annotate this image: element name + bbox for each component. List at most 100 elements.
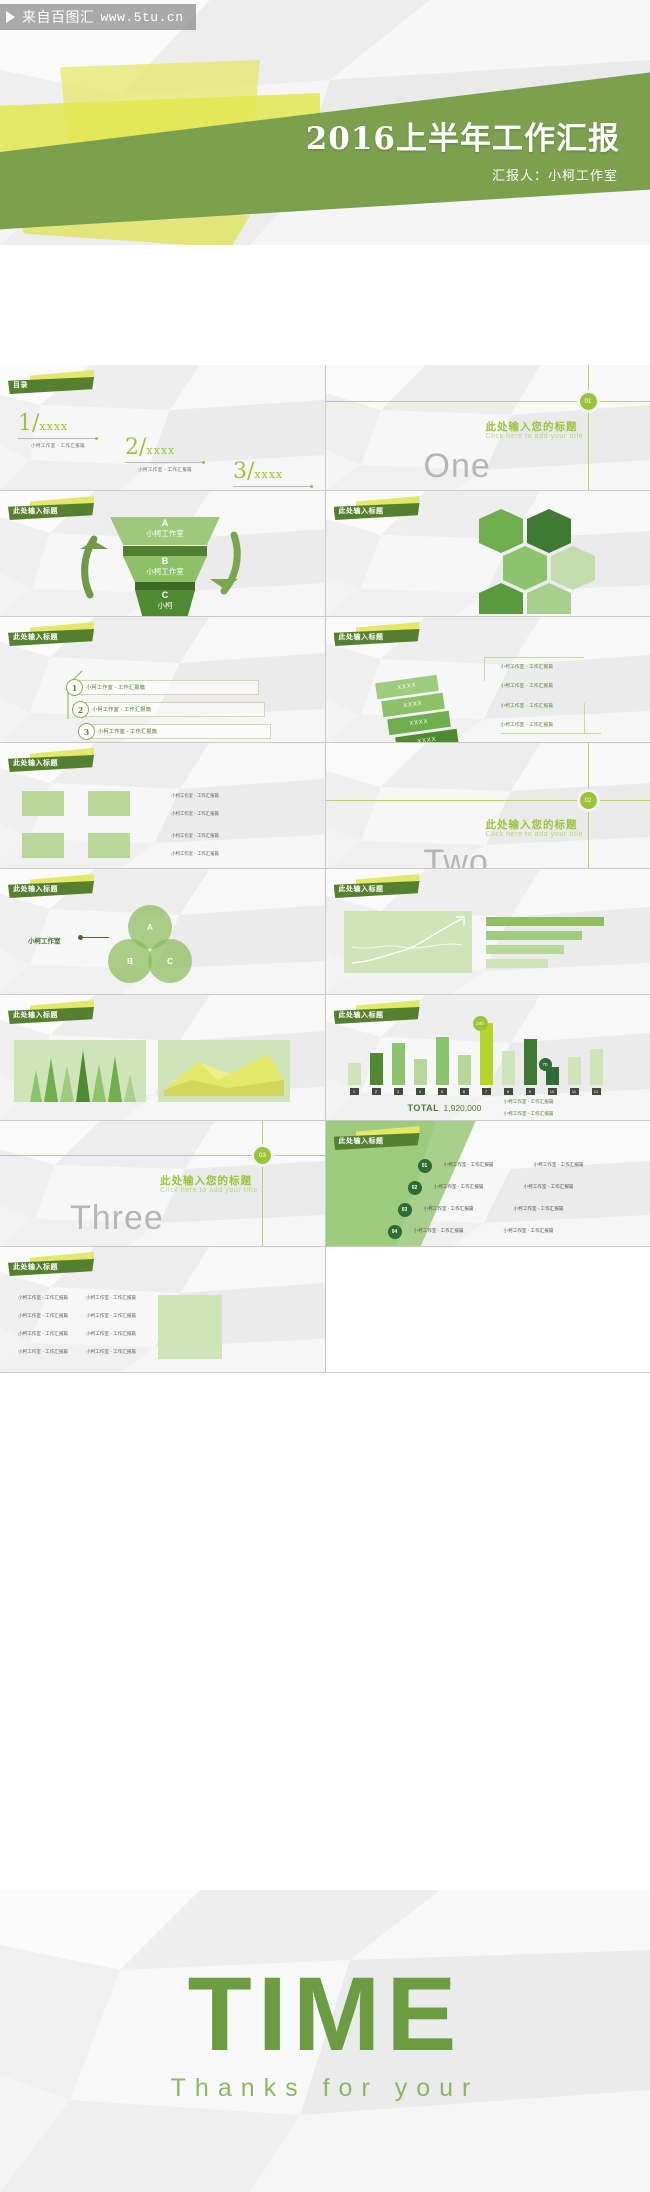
column-bar[interactable] — [435, 1037, 449, 1085]
column-bar[interactable] — [457, 1055, 471, 1085]
section-title-en: Click here to add your title — [485, 831, 584, 838]
column-bar[interactable] — [391, 1043, 405, 1085]
funnel-letter: B — [161, 556, 169, 566]
column-bar[interactable] — [347, 1063, 361, 1085]
content-box[interactable] — [22, 791, 64, 816]
slide-section-one[interactable]: 01 此处输入您的标题 Click here to add your title… — [325, 365, 650, 491]
slide-textbox[interactable]: 此处输入标题 小柯工作室 - 工作汇报篇 小柯工作室 - 工作汇报篇 小柯工作室… — [0, 1247, 326, 1373]
list-text-bar: 小柯工作室 - 工作汇报篇 — [91, 724, 271, 739]
toc-item[interactable]: 1/xxxx 小柯工作室 - 工作汇报篇 — [18, 413, 98, 449]
toc-label: xxxx — [146, 444, 176, 457]
axis-tick: 1 — [349, 1088, 359, 1095]
chart-note: 小柯工作室 - 工作汇报篇 — [503, 1099, 554, 1104]
funnel-text: 小柯工作室 — [146, 566, 184, 576]
slide-numbered-list[interactable]: 此处输入标题 1 小柯工作室 - 工作汇报篇 2 小柯工作室 - 工作汇报篇 3… — [0, 617, 326, 743]
slide-mountains[interactable]: 此处输入标题 — [0, 995, 326, 1121]
axis-tick: 4 — [415, 1088, 425, 1095]
timeline-badge[interactable]: 02 — [407, 1181, 422, 1195]
ribbon-title-list: 此处输入标题 — [8, 622, 94, 647]
timeline-badge[interactable]: 01 — [417, 1159, 432, 1173]
content-box[interactable] — [22, 833, 64, 858]
slide-funnel[interactable]: 此处输入标题 A 小柯工作室 B 小柯工作室 C 小柯 — [0, 491, 326, 617]
column-bar[interactable] — [567, 1057, 581, 1085]
slide-blank — [325, 1247, 650, 1373]
slide-final-thanks: TIME Thanks for your — [0, 1890, 650, 2192]
timeline-text: 小柯工作室 - 工作汇报篇 — [443, 1162, 494, 1167]
timeline-badge[interactable]: 04 — [387, 1225, 402, 1239]
venn-circle-label: C — [167, 956, 173, 966]
slide-section-three[interactable]: 03 此处输入您的标题 Click here to add your title… — [0, 1121, 326, 1247]
slide-hexagons[interactable]: 此处输入标题 — [325, 491, 650, 617]
textbox-line: 小柯工作室 - 工作汇报篇 — [18, 1349, 69, 1354]
ribbon-label: 此处输入标题 — [338, 1136, 384, 1145]
chart-note: 小柯工作室 - 工作汇报篇 — [503, 1111, 554, 1116]
hero-slide: 2016上半年工作汇报 汇报人：小柯工作室 — [0, 0, 650, 245]
section-horizontal-line — [0, 1155, 325, 1156]
toc-subtext: 小柯工作室 - 工作汇报篇 — [138, 467, 192, 472]
slide-column-chart[interactable]: 此处输入标题 240 70 1 2 3 4 5 6 7 8 9 10 11 12… — [325, 995, 650, 1121]
content-box[interactable] — [88, 791, 130, 816]
hero-presenter: 汇报人：小柯工作室 — [491, 168, 618, 183]
axis-tick: 9 — [525, 1088, 535, 1095]
toc-underline — [18, 437, 98, 440]
poster-page: 来自百图汇 www.5tu.cn 2016上半年工作汇报 汇报人：小柯工作室 目… — [0, 0, 650, 2192]
ribbon-label: 目录 — [13, 380, 28, 389]
textbox-line: 小柯工作室 - 工作汇报篇 — [18, 1295, 69, 1300]
ribbon-title-textbox: 此处输入标题 — [8, 1252, 94, 1277]
list-text: 小柯工作室 - 工作汇报篇 — [92, 707, 152, 713]
textbox-line: 小柯工作室 - 工作汇报篇 — [86, 1313, 137, 1318]
ribbon-tag-label: XXXX — [396, 682, 417, 692]
slide-toc[interactable]: 目录 1/xxxx 小柯工作室 - 工作汇报篇 2/xxxx 小柯工作室 - 工… — [0, 365, 326, 491]
toc-subtext: 小柯工作室 - 工作汇报篇 — [31, 443, 85, 448]
textbox-line: 小柯工作室 - 工作汇报篇 — [86, 1295, 137, 1300]
list-item[interactable]: 2 小柯工作室 - 工作汇报篇 — [72, 701, 265, 718]
venn-circle[interactable]: B — [108, 939, 152, 983]
column-bar[interactable] — [523, 1039, 537, 1085]
column-bar[interactable] — [413, 1059, 427, 1085]
h-bar[interactable] — [485, 959, 548, 968]
h-bar[interactable] — [485, 945, 564, 954]
final-thanks-text: Thanks for your — [170, 2074, 480, 2102]
toc-item[interactable]: 3/xxxx 小柯工作室 - 工作汇报篇 — [233, 461, 313, 490]
list-item[interactable]: 1 小柯工作室 - 工作汇报篇 — [66, 679, 259, 696]
slide-row: 此处输入标题 此处输入标题 240 70 1 2 3 4 5 6 7 8 9 1… — [0, 995, 650, 1121]
column-chart-plot[interactable] — [347, 1023, 628, 1085]
bracket-right — [583, 703, 585, 733]
toc-underline — [125, 461, 205, 464]
slide-line-chart[interactable]: 此处输入标题 — [325, 869, 650, 995]
slide-ribbon-stack[interactable]: 此处输入标题 XXXX XXXX XXXX XXXX 小柯工作室 - 工作汇报篇… — [325, 617, 650, 743]
funnel-letter: A — [161, 518, 169, 528]
bullet-text: 小柯工作室 - 工作汇报篇 — [500, 703, 554, 708]
section-badge: 01 — [579, 393, 597, 410]
ribbon-tag-label: XXXX — [408, 718, 429, 728]
list-item[interactable]: 3 小柯工作室 - 工作汇报篇 — [78, 723, 271, 740]
hexagon-cluster[interactable] — [461, 509, 611, 614]
h-bar[interactable] — [485, 931, 582, 940]
section-horizontal-line — [325, 401, 650, 402]
total-value: 1,920,000 — [443, 1103, 482, 1113]
axis-tick: 6 — [459, 1088, 469, 1095]
image-placeholder-box[interactable] — [158, 1295, 222, 1359]
slide-venn[interactable]: 此处输入标题 小柯工作室 A B C — [0, 869, 326, 995]
slide-boxes[interactable]: 此处输入标题 小柯工作室 - 工作汇报篇 小柯工作室 - 工作汇报篇 小柯工作室… — [0, 743, 326, 869]
spike-chart-plot — [30, 1050, 136, 1102]
timeline-text: 小柯工作室 - 工作汇报篇 — [433, 1184, 484, 1189]
timeline-badge[interactable]: 03 — [397, 1203, 412, 1217]
ribbon-label: 此处输入标题 — [13, 758, 58, 767]
slide-section-two[interactable]: 02 此处输入您的标题 Click here to add your title… — [325, 743, 650, 869]
column-bar[interactable] — [589, 1049, 603, 1085]
venn-circle[interactable]: C — [148, 939, 192, 983]
column-bar-highlight[interactable] — [479, 1023, 493, 1085]
toc-item[interactable]: 2/xxxx 小柯工作室 - 工作汇报篇 — [125, 437, 205, 473]
axis-tick: 7 — [481, 1088, 491, 1095]
total-label: TOTAL — [407, 1103, 440, 1113]
list-connector-line — [67, 670, 83, 719]
h-bar[interactable] — [485, 917, 604, 926]
toc-underline — [233, 485, 313, 488]
textbox-line: 小柯工作室 - 工作汇报篇 — [18, 1313, 69, 1318]
slide-timeline[interactable]: 此处输入标题 01 小柯工作室 - 工作汇报篇 小柯工作室 - 工作汇报篇 02… — [325, 1121, 650, 1247]
content-box[interactable] — [88, 833, 130, 858]
column-bar[interactable] — [501, 1051, 515, 1085]
column-bar[interactable] — [369, 1053, 383, 1085]
ribbon-tag-label: XXXX — [402, 700, 423, 710]
